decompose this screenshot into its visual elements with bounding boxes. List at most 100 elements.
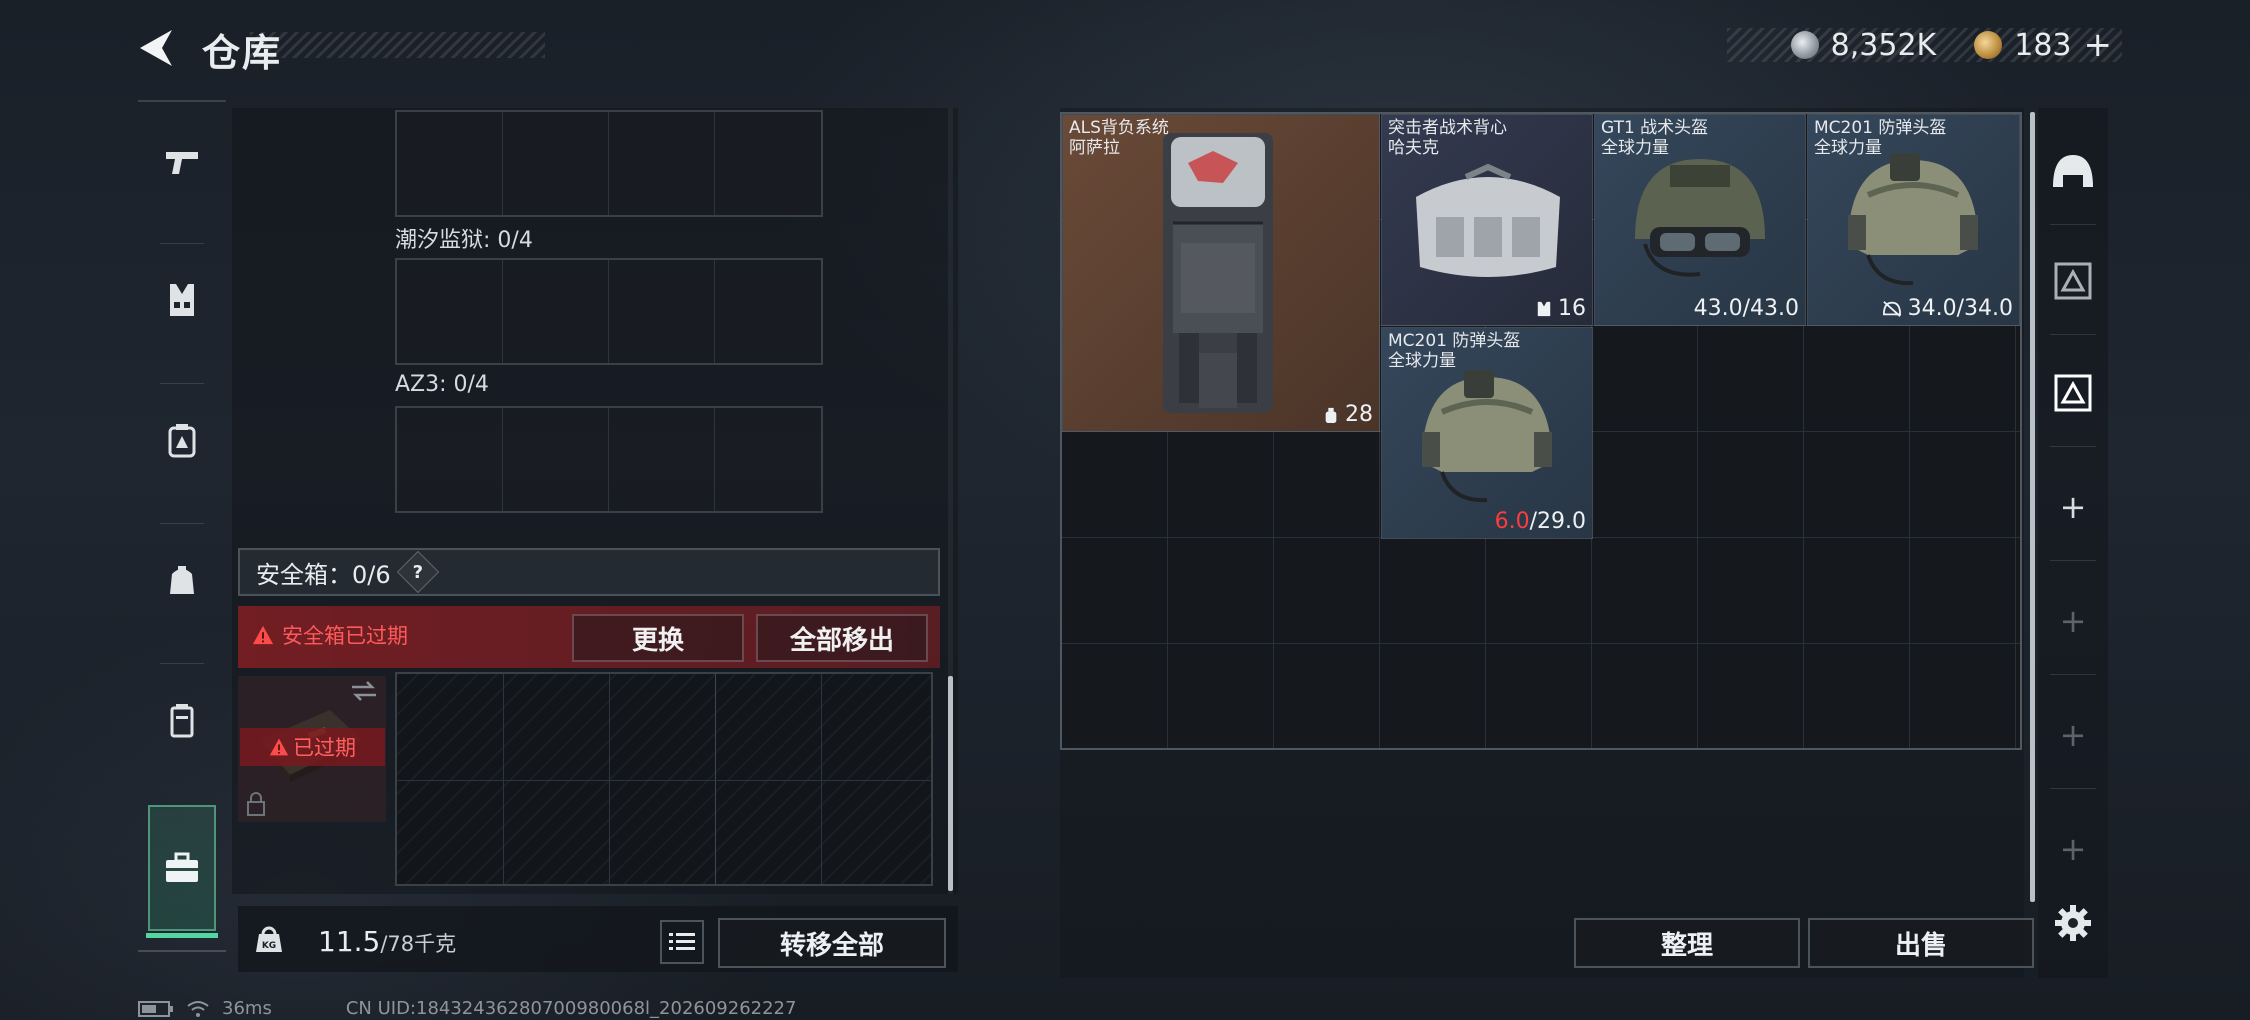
weight-readout: 11.5/78千克 <box>318 925 456 958</box>
weight-current: 11.5 <box>318 925 381 958</box>
sidebar-item-backpack[interactable] <box>138 380 226 500</box>
sidebar-item-weapon[interactable] <box>138 102 226 222</box>
armor-slot-icon <box>2054 262 2092 300</box>
plus-icon: + <box>2059 830 2087 868</box>
stash-tab-armor-1[interactable] <box>2038 226 2108 336</box>
stash-item-mc201-helmet-damaged[interactable]: MC201 防弹头盔 全球力量 6.0/29.0 <box>1381 327 1593 539</box>
item-name: GT1 战术头盔 全球力量 <box>1601 118 1709 158</box>
sidebar-item-safe-case[interactable] <box>148 805 216 931</box>
lock-icon <box>247 792 265 816</box>
uid: CN UID:18432436280700980068l_20260926222… <box>345 998 797 1019</box>
item-capacity: 28 <box>1323 402 1373 427</box>
item-name: MC201 防弹头盔 全球力量 <box>1388 331 1521 371</box>
expired-notice: 安全箱已过期 <box>252 620 408 650</box>
tab-divider <box>2050 674 2096 675</box>
weight-indicator: KG <box>238 906 300 972</box>
gear-icon <box>2055 905 2091 941</box>
tab-divider <box>2050 560 2096 561</box>
stash-item-gt1-helmet[interactable]: GT1 战术头盔 全球力量 43.0/43.0 <box>1594 114 1806 326</box>
plus-icon: + <box>2059 716 2087 754</box>
item-name: MC201 防弹头盔 全球力量 <box>1814 118 1947 158</box>
weight-max: /78千克 <box>380 932 457 956</box>
silver-amount: 8,352K <box>1830 27 1937 63</box>
safe-box-header: 安全箱：0/6 ? <box>238 548 940 596</box>
equipment-scrollbar[interactable] <box>948 676 953 891</box>
plus-icon: + <box>2059 602 2087 640</box>
stash-item-mc201-helmet[interactable]: MC201 防弹头盔 全球力量 34.0/34.0 <box>1807 114 2020 326</box>
tab-divider <box>2050 334 2096 335</box>
stash-tab-armor-2[interactable] <box>2038 338 2108 448</box>
help-button[interactable]: ? <box>396 550 439 594</box>
wifi-icon <box>187 1000 209 1017</box>
sidebar-item-canister[interactable] <box>138 660 226 780</box>
pouch-icon <box>170 566 194 594</box>
item-durability: 34.0/34.0 <box>1882 296 2013 321</box>
stash-scrollbar[interactable] <box>2030 112 2035 902</box>
helmet-image <box>1635 159 1765 277</box>
currency-display: 8,352K 183 + <box>1727 25 2122 65</box>
stash-item-backpack[interactable]: ALS背负系统 阿萨拉 28 <box>1062 114 1380 432</box>
settings-button[interactable] <box>2038 868 2108 978</box>
sidebar-item-vest[interactable] <box>138 240 226 360</box>
warning-icon <box>252 625 274 645</box>
replace-button[interactable]: 更换 <box>572 614 744 662</box>
stash-tab-add-1[interactable]: + <box>2038 452 2108 562</box>
expired-notice-text: 安全箱已过期 <box>282 624 408 648</box>
sort-button[interactable]: 整理 <box>1574 918 1800 968</box>
silver-coin-icon <box>1790 31 1819 59</box>
sidebar-bottom-divider <box>138 950 226 952</box>
item-durability: 43.0/43.0 <box>1693 296 1799 321</box>
help-icon: ? <box>412 561 423 583</box>
stash-tab-helmet[interactable] <box>2038 116 2108 226</box>
title-decoration <box>250 32 545 58</box>
helmet-slot-icon <box>2053 155 2093 187</box>
backpack-capacity-icon <box>1325 407 1337 423</box>
item-name: 突击者战术背心 哈夫克 <box>1388 118 1507 158</box>
backpack-icon <box>168 424 196 458</box>
stash-tab-add-2[interactable]: + <box>2038 566 2108 676</box>
back-arrow-icon <box>140 30 172 66</box>
item-capacity: 16 <box>1536 296 1586 321</box>
status-bar: 36ms CN UID:18432436280700980068l_202609… <box>138 998 796 1019</box>
ping: 36ms <box>222 998 272 1019</box>
weight-icon: KG <box>256 926 282 952</box>
durability-current: 6.0 <box>1494 509 1530 534</box>
weight-icon-label: KG <box>262 941 276 951</box>
sidebar-item-pouch[interactable] <box>138 520 226 640</box>
container-grid-tide-prison[interactable] <box>395 258 823 365</box>
tab-divider <box>2050 224 2096 225</box>
container-label-tide-prison: 潮汐监狱: 0/4 <box>395 228 533 253</box>
canister-icon <box>170 704 194 738</box>
warning-icon <box>269 738 289 756</box>
sidebar <box>138 100 226 950</box>
container-grid-1[interactable] <box>395 110 823 217</box>
pistol-icon <box>166 152 198 174</box>
plus-icon: + <box>2059 488 2087 526</box>
vest-capacity-icon <box>1537 301 1551 316</box>
durability-max: /29.0 <box>1529 509 1586 534</box>
safe-box-label: 安全箱：0/6 <box>256 560 391 589</box>
transfer-all-button[interactable]: 转移全部 <box>718 918 946 968</box>
gold-coin-icon <box>1974 31 2003 59</box>
remove-all-button[interactable]: 全部移出 <box>756 614 928 662</box>
tab-divider <box>2050 446 2096 447</box>
container-grid-az3[interactable] <box>395 406 823 513</box>
battery-icon <box>138 1000 173 1017</box>
case-expired-label: 已过期 <box>240 728 385 766</box>
broken-helmet-icon <box>1882 300 1901 317</box>
list-view-button[interactable] <box>660 920 704 964</box>
swap-icon[interactable] <box>350 680 378 702</box>
item-name: ALS背负系统 阿萨拉 <box>1069 118 1169 158</box>
stash-tab-add-3[interactable]: + <box>2038 680 2108 790</box>
backpack-image <box>1163 133 1273 413</box>
sidebar-active-indicator <box>146 933 218 938</box>
add-gold-button[interactable]: + <box>2084 25 2113 65</box>
sell-button[interactable]: 出售 <box>1808 918 2034 968</box>
container-label-az3: AZ3: 0/4 <box>395 372 489 397</box>
helmet-image <box>1422 370 1552 503</box>
safe-box-grid[interactable] <box>395 672 933 886</box>
stash-item-vest[interactable]: 突击者战术背心 哈夫克 16 <box>1381 114 1593 326</box>
helmet-image <box>1848 153 1978 286</box>
back-button[interactable] <box>136 26 180 70</box>
armor-slot-active-icon <box>2054 374 2092 412</box>
